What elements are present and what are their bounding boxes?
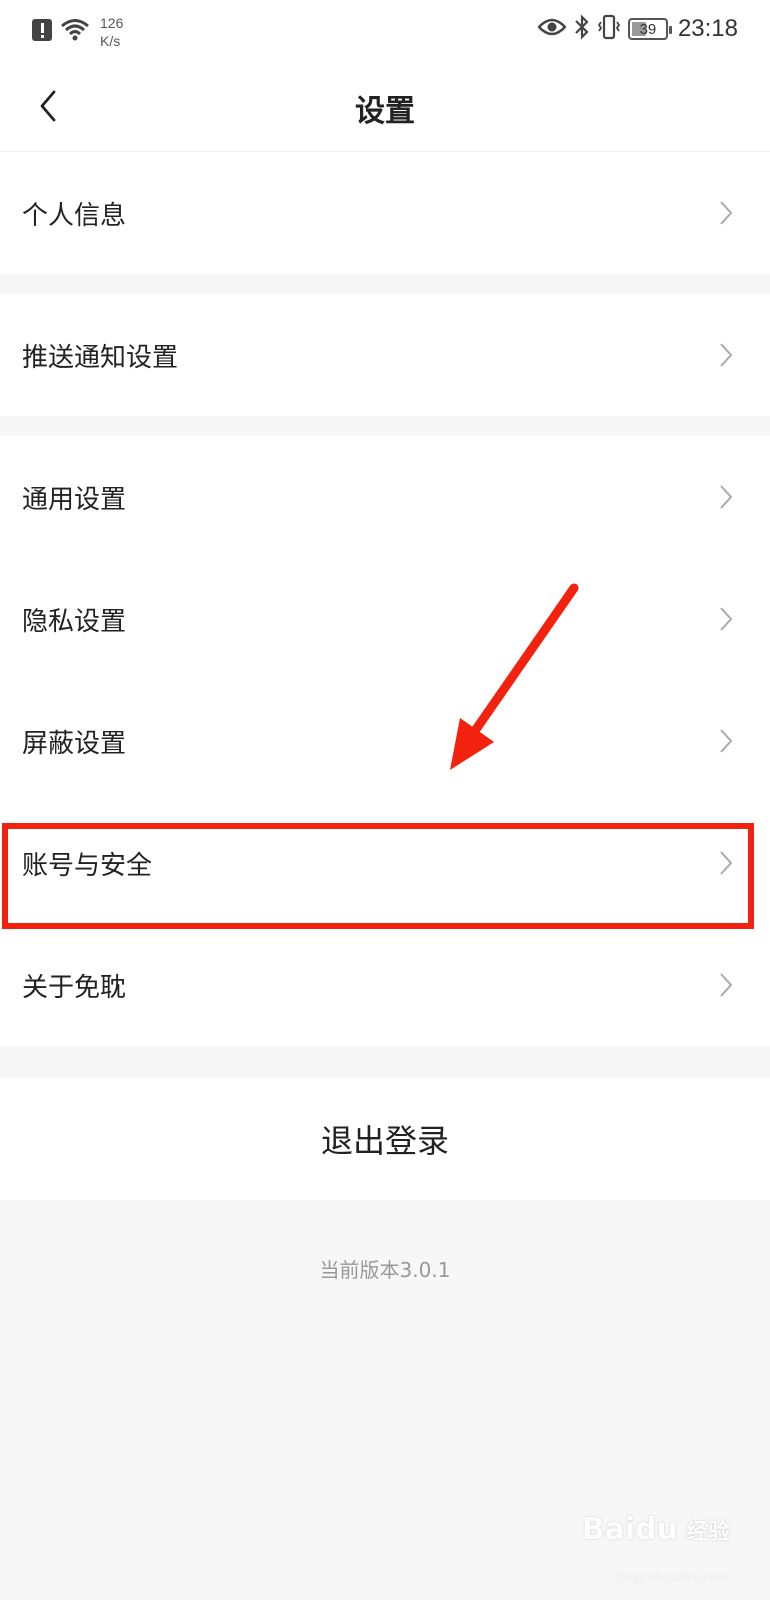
row-privacy-settings[interactable]: 隐私设置 (0, 558, 770, 680)
row-block-settings[interactable]: 屏蔽设置 (0, 680, 770, 802)
vibrate-icon (597, 14, 621, 44)
battery-icon: 39 (627, 18, 672, 40)
row-account-security[interactable]: 账号与安全 (0, 802, 770, 924)
row-general-settings[interactable]: 通用设置 (0, 436, 770, 558)
status-bar: 126 K/s 39 23:18 (0, 0, 770, 60)
settings-group-general: 通用设置 隐私设置 屏蔽设置 账号与安全 关于免耽 (0, 436, 770, 1046)
page-title: 设置 (355, 94, 415, 129)
version-text: 当前版本3.0.1 (319, 1258, 451, 1282)
network-speed: 126 K/s (100, 14, 123, 50)
row-label: 账号与安全 (22, 850, 153, 881)
alert-icon (32, 17, 52, 47)
chevron-right-icon (720, 973, 733, 997)
nav-header: 设置 (0, 60, 770, 152)
watermark-cn: 经验 (685, 1519, 730, 1545)
status-left: 126 K/s (32, 14, 123, 50)
row-label: 通用设置 (22, 484, 127, 515)
watermark-url: jingyan.baidu.com (617, 1570, 728, 1584)
bluetooth-icon (574, 14, 590, 44)
status-right: 39 23:18 (537, 14, 738, 44)
chevron-right-icon (720, 607, 733, 631)
chevron-right-icon (720, 729, 733, 753)
battery-level: 39 (639, 20, 657, 38)
settings-screen: 126 K/s 39 23:18 设置 个人信息 推送通知设置 通用设置 隐私设… (0, 0, 770, 1600)
eye-icon (537, 17, 567, 41)
chevron-right-icon (720, 201, 733, 225)
row-about[interactable]: 关于免耽 (0, 924, 770, 1046)
row-personal-info[interactable]: 个人信息 (0, 152, 770, 274)
row-label: 推送通知设置 (22, 342, 179, 373)
watermark-logo: Baidu 经验 (582, 1512, 730, 1547)
clock: 23:18 (677, 15, 738, 42)
row-label: 个人信息 (22, 200, 127, 231)
chevron-right-icon (720, 485, 733, 509)
logout-button[interactable]: 退出登录 (0, 1078, 770, 1200)
row-push-notifications[interactable]: 推送通知设置 (0, 294, 770, 416)
chevron-right-icon (720, 343, 733, 367)
wifi-icon (60, 18, 90, 46)
settings-group-notifications: 推送通知设置 (0, 294, 770, 416)
row-label: 屏蔽设置 (22, 728, 127, 759)
settings-group-profile: 个人信息 (0, 152, 770, 274)
net-speed-value: 126 (100, 15, 124, 31)
row-label: 隐私设置 (22, 606, 127, 637)
net-speed-unit: K/s (100, 33, 121, 49)
chevron-right-icon (720, 851, 733, 875)
watermark-brand: Baidu (581, 1512, 678, 1547)
row-label: 关于免耽 (22, 972, 127, 1003)
